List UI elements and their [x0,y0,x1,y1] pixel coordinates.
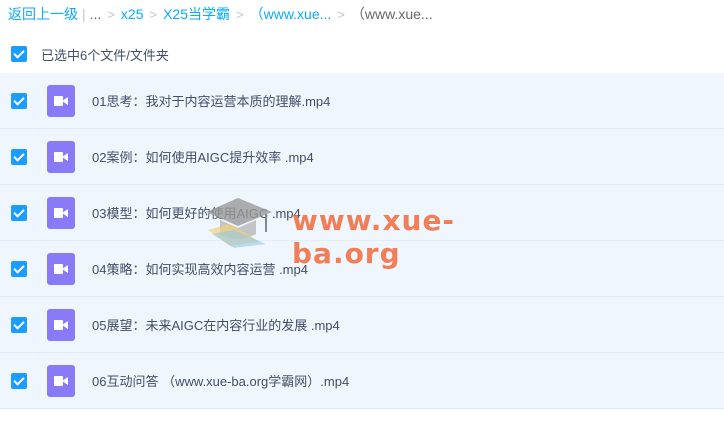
breadcrumb-item-2[interactable]: X25当学霸 [163,4,230,24]
file-checkbox[interactable] [11,204,27,221]
file-row[interactable]: 02案例：如何使用AIGC提升效率 .mp4 [0,129,724,185]
file-name[interactable]: 06互动问答 （www.xue-ba.org学霸网）.mp4 [92,371,349,390]
video-file-icon [47,364,75,397]
breadcrumb-current: （www.xue... [350,6,433,22]
breadcrumb-item-3[interactable]: （www.xue... [250,4,332,24]
select-all-row: 已选中6个文件/文件夹 [0,38,724,70]
selection-count-label: 已选中6个文件/文件夹 [41,47,169,63]
file-checkbox[interactable] [11,316,27,333]
chevron-right-icon: > [107,6,115,22]
video-file-icon [47,308,75,341]
file-name[interactable]: 04策略：如何实现高效内容运营 .mp4 [92,259,308,278]
file-name[interactable]: 01思考：我对于内容运营本质的理解.mp4 [92,91,330,110]
file-row[interactable]: 04策略：如何实现高效内容运营 .mp4 [0,241,724,297]
file-checkbox[interactable] [11,372,27,389]
select-all-checkbox[interactable] [11,46,27,62]
breadcrumb-divider: | [82,6,86,22]
video-file-icon [47,140,75,173]
video-file-icon [47,196,75,229]
video-file-icon [47,84,75,117]
file-name[interactable]: 02案例：如何使用AIGC提升效率 .mp4 [92,147,314,166]
file-row[interactable]: 01思考：我对于内容运营本质的理解.mp4 [0,73,724,129]
chevron-right-icon: > [337,6,345,22]
file-row[interactable]: 06互动问答 （www.xue-ba.org学霸网）.mp4 [0,353,724,409]
chevron-right-icon: > [236,6,244,22]
file-name[interactable]: 03模型：如何更好的使用AIGC .mp4 [92,203,301,222]
video-file-icon [47,252,75,285]
file-name[interactable]: 05展望：未来AIGC在内容行业的发展 .mp4 [92,315,340,334]
breadcrumb-item-1[interactable]: x25 [121,6,144,22]
back-link[interactable]: 返回上一级 [8,4,78,24]
file-checkbox[interactable] [11,148,27,165]
file-row[interactable]: 05展望：未来AIGC在内容行业的发展 .mp4 [0,297,724,353]
file-row[interactable]: 03模型：如何更好的使用AIGC .mp4 [0,185,724,241]
chevron-right-icon: > [149,6,158,22]
file-list: 01思考：我对于内容运营本质的理解.mp4 02案例：如何使用AIGC提升效率 … [0,73,724,409]
breadcrumb-ellipsis[interactable]: ... [90,6,102,22]
file-checkbox[interactable] [11,260,27,277]
file-checkbox[interactable] [11,92,27,109]
breadcrumb: 返回上一级 | ... > x25 > X25当学霸 > （www.xue...… [0,0,724,28]
